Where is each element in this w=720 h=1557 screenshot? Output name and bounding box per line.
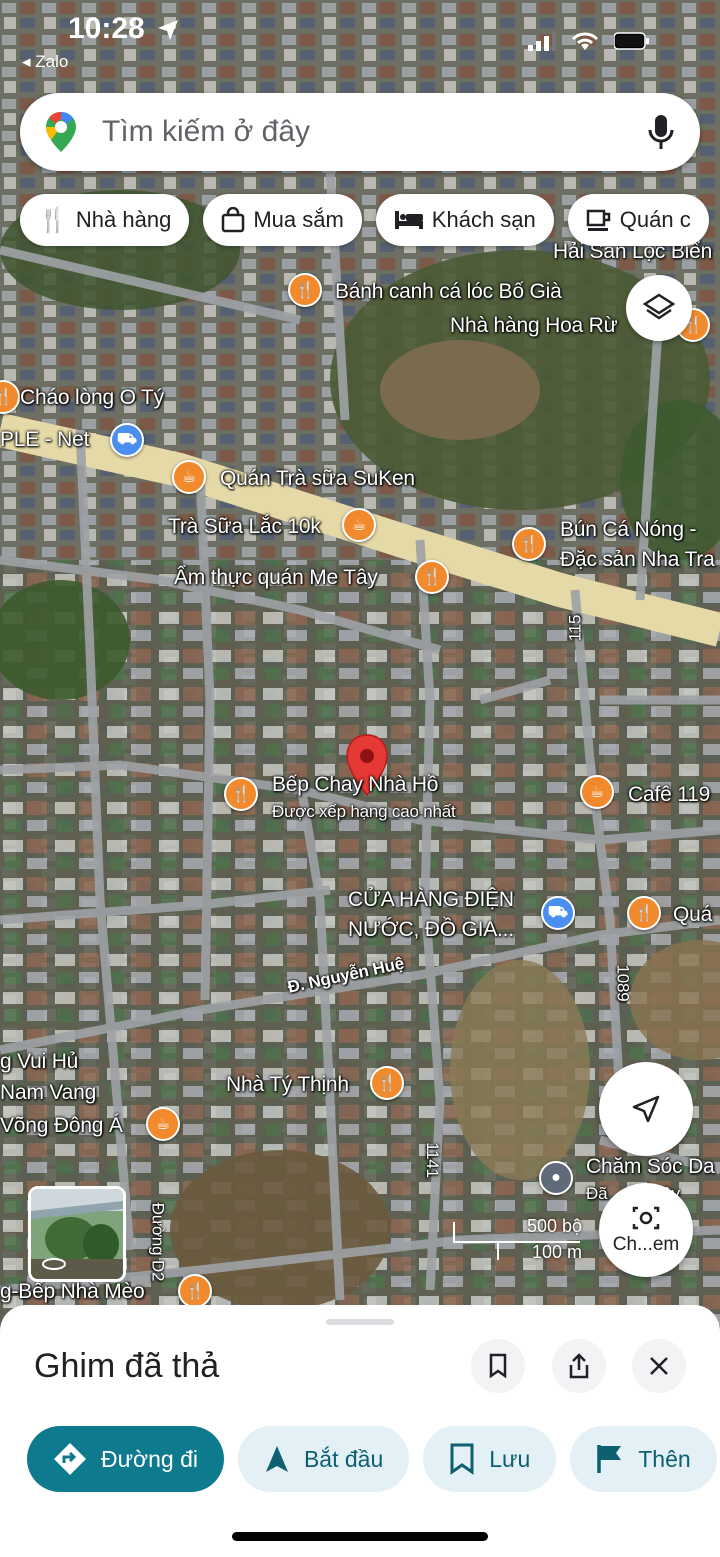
poi-label-bep-nha-meo[interactable]: g-Bếp Nhà Mèo: [0, 1280, 145, 1304]
poi-label-vui-hu[interactable]: g Vui Hủ: [0, 1050, 78, 1074]
cellular-signal-icon: [528, 31, 556, 51]
chip-label: Khách sạn: [431, 207, 536, 232]
poi-label-qua[interactable]: Quá: [673, 903, 712, 927]
poi-label-cafe-119[interactable]: Cafê 119: [628, 783, 710, 807]
shopping-bag-icon: [222, 207, 245, 233]
start-label: Bắt đầu: [303, 1445, 384, 1472]
sheet-drag-handle[interactable]: [326, 1319, 394, 1325]
share-button[interactable]: [552, 1339, 606, 1393]
poi-label-am-thuc[interactable]: Ẩm thực quán Me Tây: [174, 566, 378, 590]
road-label-1089: 1089: [613, 964, 633, 1002]
poi-label-tra-sua-suken[interactable]: Quán Trà sữa SuKen: [220, 467, 415, 491]
restaurant-poi-icon[interactable]: 🍴: [224, 777, 258, 811]
save-button[interactable]: Lưu: [423, 1426, 557, 1492]
close-icon: [650, 1357, 668, 1375]
status-bar: 10:28 ◂ Zalo: [0, 0, 720, 72]
restaurant-poi-icon[interactable]: 🍴: [288, 273, 322, 307]
street-view-thumbnail[interactable]: [28, 1186, 126, 1282]
poi-label-bep-chay[interactable]: Bếp Chay Nhà Hồ: [272, 773, 438, 797]
layers-icon: [642, 293, 676, 320]
poi-label-vong-dong-a[interactable]: Võng Đông Á: [0, 1114, 123, 1138]
poi-label-cua-hang[interactable]: CỬA HÀNG ĐIỆN: [348, 888, 514, 912]
my-location-button[interactable]: [599, 1062, 693, 1156]
camera-button-label: Ch...em: [612, 1234, 680, 1255]
wifi-icon: [571, 32, 599, 50]
cafe-poi-icon[interactable]: ☕: [146, 1107, 180, 1141]
chip-shopping[interactable]: Mua sắm: [203, 194, 362, 246]
scale-feet-label: 500 bộ: [526, 1216, 582, 1236]
search-bar[interactable]: Tìm kiếm ở đây: [20, 93, 700, 171]
poi-label-nha-ty-thinh[interactable]: Nhà Tý Thịnh: [226, 1073, 349, 1097]
directions-icon: [54, 1443, 86, 1475]
rotate-360-icon: [42, 1258, 66, 1270]
road-label-115: 115: [565, 614, 585, 642]
save-bookmark-button[interactable]: [471, 1339, 525, 1393]
layers-button[interactable]: [626, 275, 692, 341]
scale-meters-label: 100 m: [531, 1242, 582, 1262]
cafe-poi-icon[interactable]: ☕: [172, 460, 206, 494]
shopping-poi-icon[interactable]: ⛟: [110, 423, 144, 457]
share-icon: [569, 1353, 589, 1379]
chip-label: Quán c: [619, 207, 691, 232]
bed-icon: [394, 211, 423, 229]
action-buttons: Đường đi Bắt đầu Lưu Thên: [27, 1426, 717, 1492]
close-button[interactable]: [632, 1339, 686, 1393]
chip-cafes[interactable]: Quán c: [567, 194, 709, 246]
directions-label: Đường đi: [101, 1445, 198, 1472]
poi-label-bep-chay-sub: Được xếp hạng cao nhất: [272, 802, 456, 821]
camera-lens-icon: [632, 1206, 660, 1230]
restaurant-poi-icon[interactable]: 🍴: [178, 1274, 212, 1308]
restaurant-poi-icon[interactable]: 🍴: [627, 896, 661, 930]
chip-label: Nhà hàng: [75, 207, 172, 232]
directions-button[interactable]: Đường đi: [27, 1426, 224, 1492]
restaurant-poi-icon[interactable]: 🍴: [415, 560, 449, 594]
status-time: 10:28: [68, 12, 145, 45]
microphone-icon[interactable]: [648, 113, 674, 151]
start-button[interactable]: Bắt đầu: [237, 1426, 410, 1492]
place-poi-icon[interactable]: ●: [539, 1161, 573, 1195]
poi-label-banh-canh[interactable]: Bánh canh cá lóc Bố Già: [335, 280, 562, 304]
poi-label-bun-ca[interactable]: Bún Cá Nóng -: [560, 518, 697, 542]
poi-label-cua-hang-sub[interactable]: NƯỚC, ĐỒ GIA...: [348, 918, 514, 942]
category-chips: 🍴 Nhà hàng Mua sắm Khách sạn Quán c: [20, 194, 709, 246]
battery-icon: [614, 32, 649, 50]
poi-label-tra-sua-lac[interactable]: Trà Sữa Lắc 10k: [168, 515, 321, 539]
google-maps-logo-icon: [46, 112, 76, 152]
navigation-start-icon: [265, 1446, 288, 1472]
road-label-duong-d2: Đường D2: [148, 1202, 168, 1282]
navigation-arrow-icon: [632, 1095, 660, 1123]
flag-icon: [597, 1445, 622, 1473]
search-input[interactable]: Tìm kiếm ở đây: [102, 115, 310, 149]
home-indicator: [232, 1532, 488, 1541]
poi-label-cham-soc[interactable]: Chăm Sóc Da: [586, 1155, 715, 1179]
shopping-poi-icon[interactable]: ⛟: [541, 896, 575, 930]
chip-hotels[interactable]: Khách sạn: [375, 194, 554, 246]
dropped-pin-sheet[interactable]: Ghim đã thả Đường đi Bắt đầu Lưu Thên: [0, 1305, 720, 1557]
restaurant-icon: 🍴: [38, 206, 68, 234]
save-label: Lưu: [489, 1445, 531, 1472]
cafe-poi-icon[interactable]: ☕: [580, 775, 614, 809]
chip-restaurants[interactable]: 🍴 Nhà hàng: [20, 194, 190, 246]
location-arrow-icon: [158, 20, 178, 40]
bookmark-icon: [489, 1353, 507, 1379]
cafe-poi-icon[interactable]: ☕: [342, 508, 376, 542]
camera-search-button[interactable]: Ch...em: [599, 1183, 693, 1277]
add-label-button[interactable]: Thên: [570, 1426, 717, 1492]
bookmark-icon: [450, 1443, 474, 1475]
sheet-title: Ghim đã thả: [34, 1347, 220, 1385]
map-scale: 500 bộ 100 m: [452, 1214, 582, 1264]
coffee-cup-icon: [586, 209, 611, 231]
status-indicators: [528, 30, 650, 52]
poi-label-chao-long[interactable]: Cháo lòng O Tý: [20, 386, 164, 410]
road-label-1141: 1141: [422, 1142, 442, 1178]
restaurant-poi-icon[interactable]: 🍴: [370, 1066, 404, 1100]
back-to-app-link[interactable]: ◂ Zalo: [22, 52, 68, 72]
poi-label-nam-vang[interactable]: Nam Vang: [0, 1081, 96, 1105]
poi-label-ple-net[interactable]: PLE - Net: [0, 428, 89, 452]
chip-label: Mua sắm: [253, 207, 344, 232]
poi-label-nha-hang-hoa[interactable]: Nhà hàng Hoa Rừ: [450, 314, 618, 338]
add-label-label: Thên: [638, 1445, 691, 1472]
restaurant-poi-icon[interactable]: 🍴: [512, 527, 546, 561]
poi-label-bun-ca-sub[interactable]: Đặc sản Nha Tra: [560, 548, 715, 572]
